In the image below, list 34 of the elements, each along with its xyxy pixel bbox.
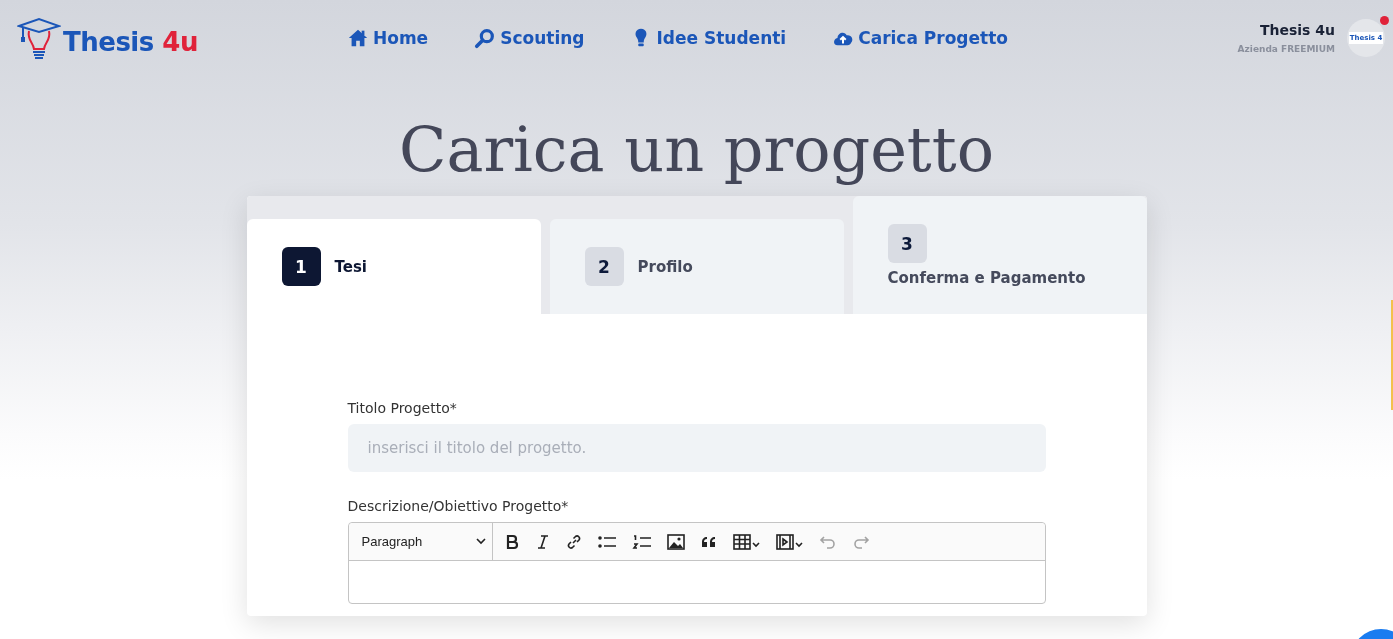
search-icon: [474, 26, 497, 49]
numbers-icon: [631, 533, 652, 550]
image-icon: [666, 533, 685, 550]
nav-link[interactable]: Home: [347, 26, 429, 49]
title-input-field[interactable]: inserisci il titolo del progetto.: [347, 424, 1046, 473]
page-title: Carica un progetto: [398, 117, 995, 183]
rich-text-editor[interactable]: Paragraph: [347, 522, 1046, 605]
redo-icon: [851, 533, 870, 550]
nav-link[interactable]: Carica Progetto: [832, 26, 1008, 49]
step-number: 2: [584, 247, 624, 287]
user-plan: Azienda FREEMIUM: [1237, 43, 1335, 54]
logo-text: Thesis 4u: [63, 26, 198, 57]
field-label: Titolo Progetto*: [347, 400, 458, 417]
table-icon: [732, 533, 761, 550]
chevron-down-icon: [475, 538, 486, 546]
step-label: Tesi: [334, 257, 367, 276]
undo-icon: [818, 533, 837, 550]
format-dropdown[interactable]: Paragraph: [348, 523, 493, 561]
nav-link[interactable]: Idee Studenti: [630, 26, 787, 49]
graduation-cap-bulb-icon: [17, 15, 61, 60]
user-name: Thesis 4u: [1259, 21, 1335, 38]
bullets-icon: [596, 533, 617, 550]
nav-link[interactable]: Scouting: [474, 26, 585, 49]
media-icon: [775, 533, 804, 550]
logo[interactable]: Thesis 4u: [17, 15, 347, 60]
link-icon: [565, 533, 582, 550]
step-tab[interactable]: 3 Conferma e Pagamento: [852, 196, 1147, 315]
step-tab[interactable]: 1 Tesi: [246, 219, 541, 315]
step-label: Profilo: [637, 257, 693, 276]
step-tab[interactable]: 2 Profilo: [549, 219, 844, 315]
step-number: 3: [887, 224, 927, 264]
step-number: 1: [281, 247, 321, 287]
field-label: Descrizione/Obiettivo Progetto*: [347, 498, 570, 515]
step-label: Conferma e Pagamento: [887, 269, 1086, 288]
